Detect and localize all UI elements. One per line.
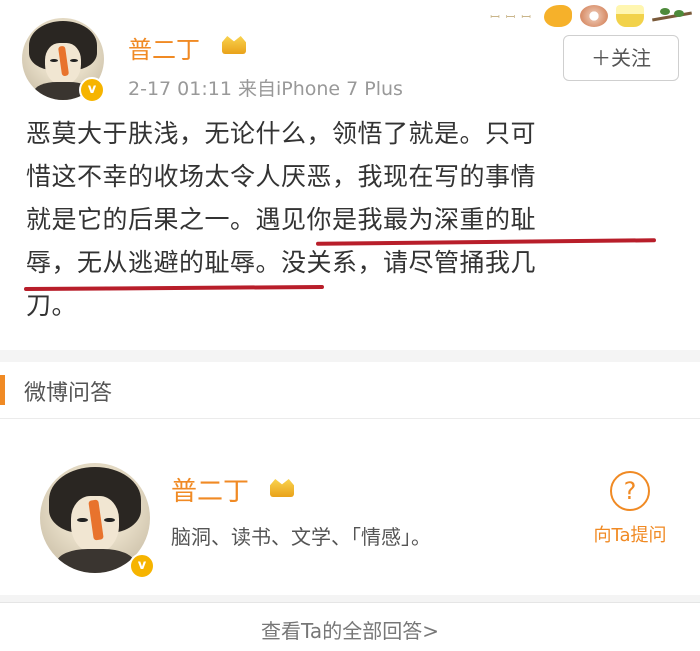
all-answers-row[interactable]: 查看Ta的全部回答>	[0, 602, 700, 651]
cake-sticker-icon	[616, 5, 644, 27]
member-crown-icon	[222, 36, 246, 54]
verified-badge-icon: v	[129, 553, 155, 579]
post-body-line: 恶莫大于肤浅，无论什么，领悟了就是。只可	[26, 119, 537, 148]
member-crown-icon	[270, 479, 294, 497]
post-body-line: 刀。	[26, 291, 78, 320]
question-circle-icon: ?	[610, 471, 650, 511]
qa-profile-card[interactable]: v 普二丁 脑洞、读书、文学、「情感」。 ? 向Ta提问	[0, 419, 700, 595]
section-title: 微博问答	[24, 381, 113, 406]
qa-section-header: 微博问答	[0, 362, 700, 418]
section-accent-bar	[0, 375, 5, 405]
verified-badge-icon: v	[79, 77, 105, 103]
author-username[interactable]: 普二丁	[128, 30, 200, 65]
decorative-sticker-strip: ꟷ ꟷ ꟷ	[490, 2, 692, 30]
donut-sticker-icon	[580, 5, 608, 27]
post-timestamp-source: 2-17 01:11 来自iPhone 7 Plus	[128, 78, 403, 100]
follow-button[interactable]: ＋关注	[563, 35, 679, 81]
ask-question-button[interactable]: ? 向Ta提问	[580, 471, 680, 561]
post-body-line: 就是它的后果之一。遇见你是我最为深重的耻	[26, 205, 537, 234]
sticker-caption: ꟷ ꟷ ꟷ	[490, 9, 532, 24]
answerer-tags: 脑洞、读书、文学、「情感」。	[171, 525, 431, 549]
answerer-username[interactable]: 普二丁	[171, 471, 249, 508]
post-body-line: 惜这不幸的收场太令人厌恶，我现在写的事情	[26, 162, 537, 191]
weibo-post-card: ꟷ ꟷ ꟷ v 普二丁 2-17 01:11 来自iPhone 7 Plus ＋…	[0, 0, 700, 350]
branch-sticker-icon	[652, 6, 692, 26]
mango-sticker-icon	[544, 5, 572, 27]
view-all-answers-link[interactable]: 查看Ta的全部回答>	[0, 615, 700, 644]
post-body-text: 恶莫大于肤浅，无论什么，领悟了就是。只可 惜这不幸的收场太令人厌恶，我现在写的事…	[26, 112, 676, 327]
ask-question-label: 向Ta提问	[593, 525, 667, 546]
post-body-line: 辱，无从逃避的耻辱。没关系，请尽管捅我几	[26, 248, 537, 277]
